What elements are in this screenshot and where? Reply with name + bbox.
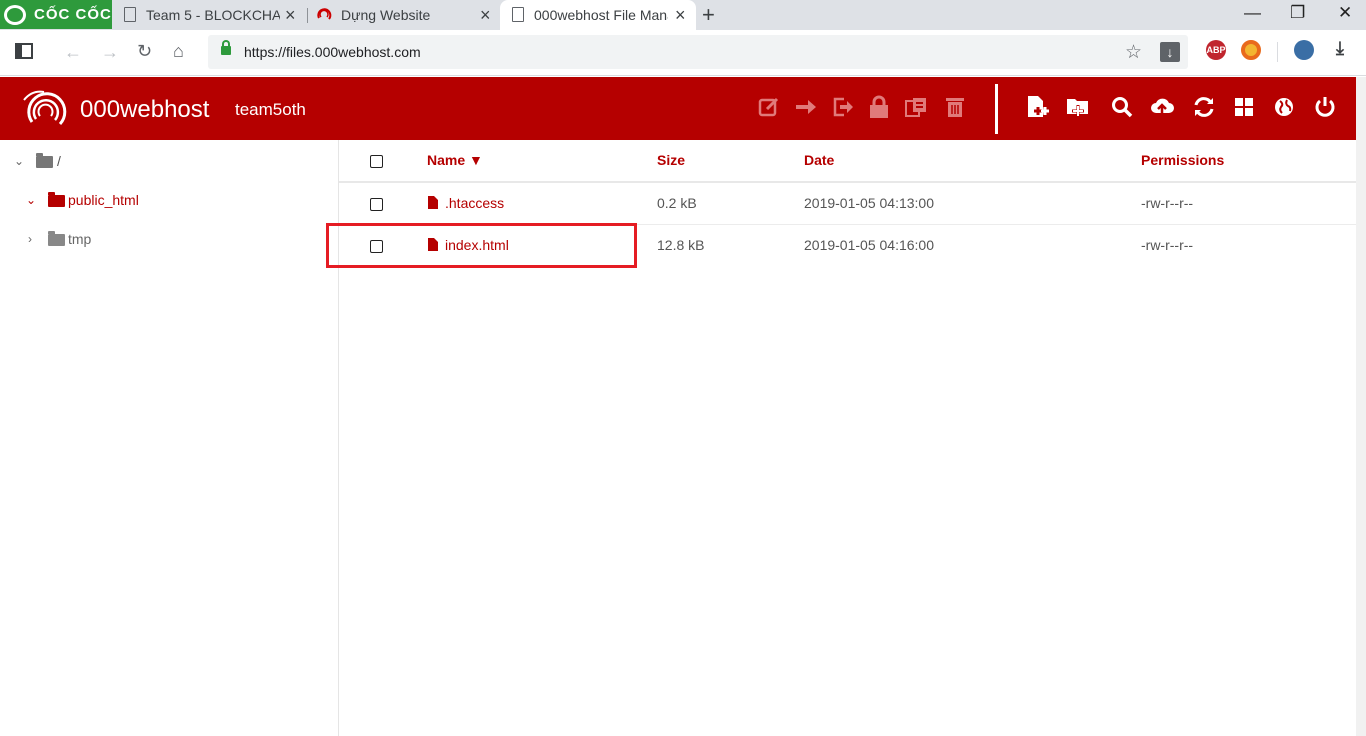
file-date: 2019-01-05 04:16:00 — [804, 237, 934, 253]
new-folder-icon[interactable] — [1066, 95, 1094, 123]
page-download-icon[interactable]: ↓ — [1160, 42, 1180, 62]
delete-icon[interactable] — [943, 95, 971, 123]
close-tab-icon[interactable]: × — [285, 5, 296, 26]
page-icon — [124, 7, 136, 22]
tree-item-label: tmp — [68, 231, 92, 247]
file-name[interactable]: .htaccess — [445, 195, 504, 211]
restore-icon[interactable]: ❐ — [1290, 3, 1305, 23]
tree-item-label: public_html — [68, 192, 139, 208]
reload-icon[interactable]: ↻ — [137, 41, 152, 62]
coccoc-logo-icon — [4, 5, 26, 25]
browser-tab-dung-website[interactable]: Dựng Website × — [307, 0, 500, 30]
address-url[interactable]: https://files.000webhost.com — [244, 44, 421, 60]
000webhost-favicon-icon — [316, 6, 333, 23]
downloads-icon[interactable]: ⤓ — [1330, 38, 1350, 58]
close-tab-icon[interactable]: × — [480, 5, 491, 26]
select-all-checkbox[interactable] — [370, 155, 383, 168]
copy-icon[interactable] — [831, 95, 859, 123]
sort-desc-icon: ▼ — [469, 152, 483, 168]
file-permissions: -rw-r--r-- — [1141, 195, 1194, 211]
folder-icon — [48, 231, 65, 246]
globe-icon[interactable] — [1272, 95, 1300, 123]
browser-tab-file-manager[interactable]: 000webhost File Manager × — [500, 0, 696, 30]
tree-item-public-html[interactable]: ⌄ public_html — [26, 190, 186, 214]
file-date: 2019-01-05 04:13:00 — [804, 195, 934, 211]
folder-open-icon — [36, 153, 53, 168]
tab-title: 000webhost File Manager — [534, 7, 668, 23]
column-header-size[interactable]: Size — [657, 152, 685, 168]
power-icon[interactable] — [1313, 95, 1341, 123]
archive-icon[interactable] — [904, 95, 932, 123]
browser-brand-label: CỐC CỐC — [34, 6, 112, 23]
page-icon — [512, 7, 524, 22]
search-icon[interactable] — [1110, 95, 1138, 123]
profile-avatar-icon[interactable] — [1294, 40, 1314, 60]
folder-tree: ⌄ / ⌄ public_html › tmp — [0, 140, 339, 736]
browser-tab-strip: CỐC CỐC Team 5 - BLOCKCHAIN × Dựng Websi… — [0, 0, 1366, 30]
tab-title: Team 5 - BLOCKCHAIN — [146, 7, 280, 23]
tree-root-label: / — [57, 153, 61, 169]
window-close-icon[interactable]: ✕ — [1338, 3, 1352, 23]
column-header-name[interactable]: Name ▼ — [427, 152, 483, 168]
chevron-right-icon[interactable]: › — [28, 232, 32, 246]
file-size: 0.2 kB — [657, 195, 697, 211]
tree-item-tmp[interactable]: › tmp — [28, 229, 148, 253]
edit-icon[interactable] — [757, 95, 785, 123]
refresh-icon[interactable] — [1192, 95, 1220, 123]
highlight-box — [326, 223, 637, 268]
header-divider — [339, 181, 1356, 183]
upload-icon[interactable] — [1150, 95, 1178, 123]
file-permissions: -rw-r--r-- — [1141, 237, 1194, 253]
browser-brand[interactable]: CỐC CỐC — [0, 0, 112, 29]
forward-icon[interactable]: → — [101, 42, 119, 63]
home-icon[interactable]: ⌂ — [173, 41, 184, 62]
tree-root[interactable]: ⌄ / — [14, 151, 94, 175]
secure-lock-icon — [221, 40, 231, 55]
folder-open-icon — [48, 192, 65, 207]
row-checkbox[interactable] — [370, 198, 383, 211]
address-bar[interactable]: https://files.000webhost.com ☆ ↓ — [208, 35, 1188, 69]
file-icon — [428, 196, 438, 209]
000webhost-logo-icon — [23, 90, 67, 126]
bookmark-star-icon[interactable]: ☆ — [1125, 41, 1142, 64]
toolbar-separator — [1277, 42, 1278, 62]
adblock-extension-icon[interactable]: ABP — [1206, 40, 1226, 60]
header-separator — [995, 84, 998, 134]
app-header: 000webhost team5oth — [0, 77, 1356, 140]
sidebar-toggle-icon[interactable] — [15, 43, 33, 64]
column-header-label: Name — [427, 152, 466, 168]
minimize-icon[interactable]: — — [1244, 3, 1261, 23]
column-header-date[interactable]: Date — [804, 152, 834, 168]
tab-title: Dựng Website — [341, 7, 431, 23]
move-icon[interactable] — [794, 95, 822, 123]
page-scrollbar[interactable] — [1356, 77, 1366, 736]
chevron-down-icon[interactable]: ⌄ — [26, 193, 36, 207]
chevron-down-icon[interactable]: ⌄ — [14, 154, 24, 168]
file-size: 12.8 kB — [657, 237, 705, 253]
site-name: team5oth — [235, 100, 306, 119]
grid-view-icon[interactable] — [1232, 95, 1260, 123]
lock-icon[interactable] — [867, 95, 895, 123]
new-tab-icon[interactable]: + — [702, 2, 715, 28]
app-name[interactable]: 000webhost — [80, 96, 209, 124]
close-tab-icon[interactable]: × — [675, 5, 686, 26]
browser-tab-team5[interactable]: Team 5 - BLOCKCHAIN × — [112, 0, 307, 30]
back-icon[interactable]: ← — [64, 42, 82, 63]
coccoc-extension-icon[interactable] — [1241, 40, 1261, 60]
new-file-icon[interactable] — [1025, 95, 1053, 123]
column-header-permissions[interactable]: Permissions — [1141, 152, 1224, 168]
browser-toolbar: ← → ↻ ⌂ https://files.000webhost.com ☆ ↓… — [0, 30, 1366, 76]
